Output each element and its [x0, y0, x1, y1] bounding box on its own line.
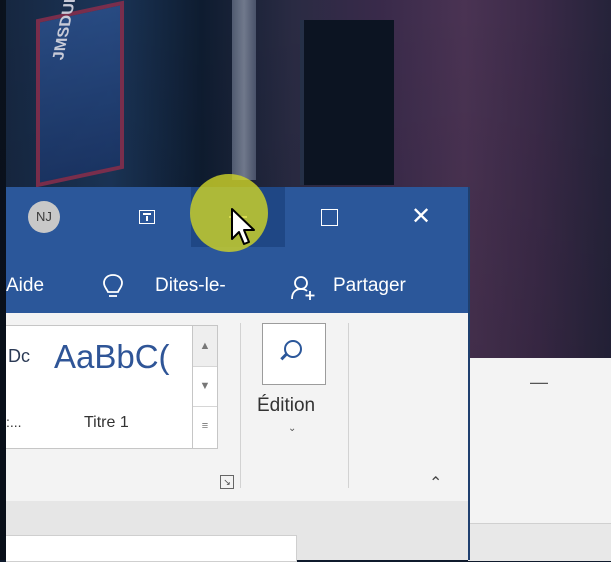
chevron-down-icon[interactable]: ⌄: [288, 423, 296, 434]
ribbon-display-options-icon: [139, 210, 155, 224]
styles-gallery[interactable]: Dc AaBbC( :... Titre 1: [6, 325, 193, 449]
share-person-icon[interactable]: [290, 275, 316, 301]
gallery-scroll-down-button[interactable]: ▼: [193, 366, 217, 407]
maximize-icon: [321, 209, 338, 226]
maximize-button[interactable]: [285, 187, 375, 247]
style-sample-titre1[interactable]: AaBbC(: [54, 338, 170, 376]
background-door: [300, 20, 394, 185]
user-avatar[interactable]: NJ: [28, 201, 60, 233]
ribbon-panel: Dc AaBbC( :... Titre 1 ▲ ▼ ≡ ↘ Édition ⌄…: [6, 313, 468, 502]
document-page[interactable]: [6, 535, 297, 562]
style-label-titre1: Titre 1: [84, 414, 129, 431]
style-sample-previous[interactable]: Dc: [8, 346, 30, 367]
styles-gallery-scroll: ▲ ▼ ≡: [192, 325, 218, 449]
background-window-minimize-icon[interactable]: —: [530, 372, 548, 393]
background-window-footer: [468, 523, 611, 561]
tell-me-search[interactable]: Dites-le-: [155, 275, 226, 297]
background-window: —: [468, 358, 611, 561]
edition-button[interactable]: [262, 323, 326, 385]
gallery-more-button[interactable]: ≡: [193, 406, 217, 446]
edition-label[interactable]: Édition: [257, 395, 315, 417]
ribbon-tabs: Aide Dites-le- Partager: [6, 247, 468, 313]
style-label-previous: :...: [6, 414, 22, 430]
group-divider: [348, 323, 349, 488]
collapse-ribbon-button[interactable]: ⌃: [429, 473, 442, 493]
background-sign: JMSDUDO: [36, 0, 124, 188]
tab-aide[interactable]: Aide: [6, 275, 44, 297]
close-icon: ✕: [411, 203, 432, 230]
window-border: [468, 187, 470, 560]
close-button[interactable]: ✕: [375, 187, 468, 247]
background-pillar: [232, 0, 256, 180]
gallery-scroll-up-button[interactable]: ▲: [193, 326, 217, 367]
styles-dialog-launcher-icon[interactable]: ↘: [220, 475, 234, 489]
lightbulb-icon[interactable]: [101, 273, 125, 301]
share-button[interactable]: Partager: [333, 275, 406, 297]
ribbon-display-options-button[interactable]: [101, 187, 191, 247]
mouse-cursor-icon: [231, 208, 255, 245]
document-area: [6, 501, 468, 562]
search-icon: [284, 340, 302, 358]
group-divider: [240, 323, 241, 488]
